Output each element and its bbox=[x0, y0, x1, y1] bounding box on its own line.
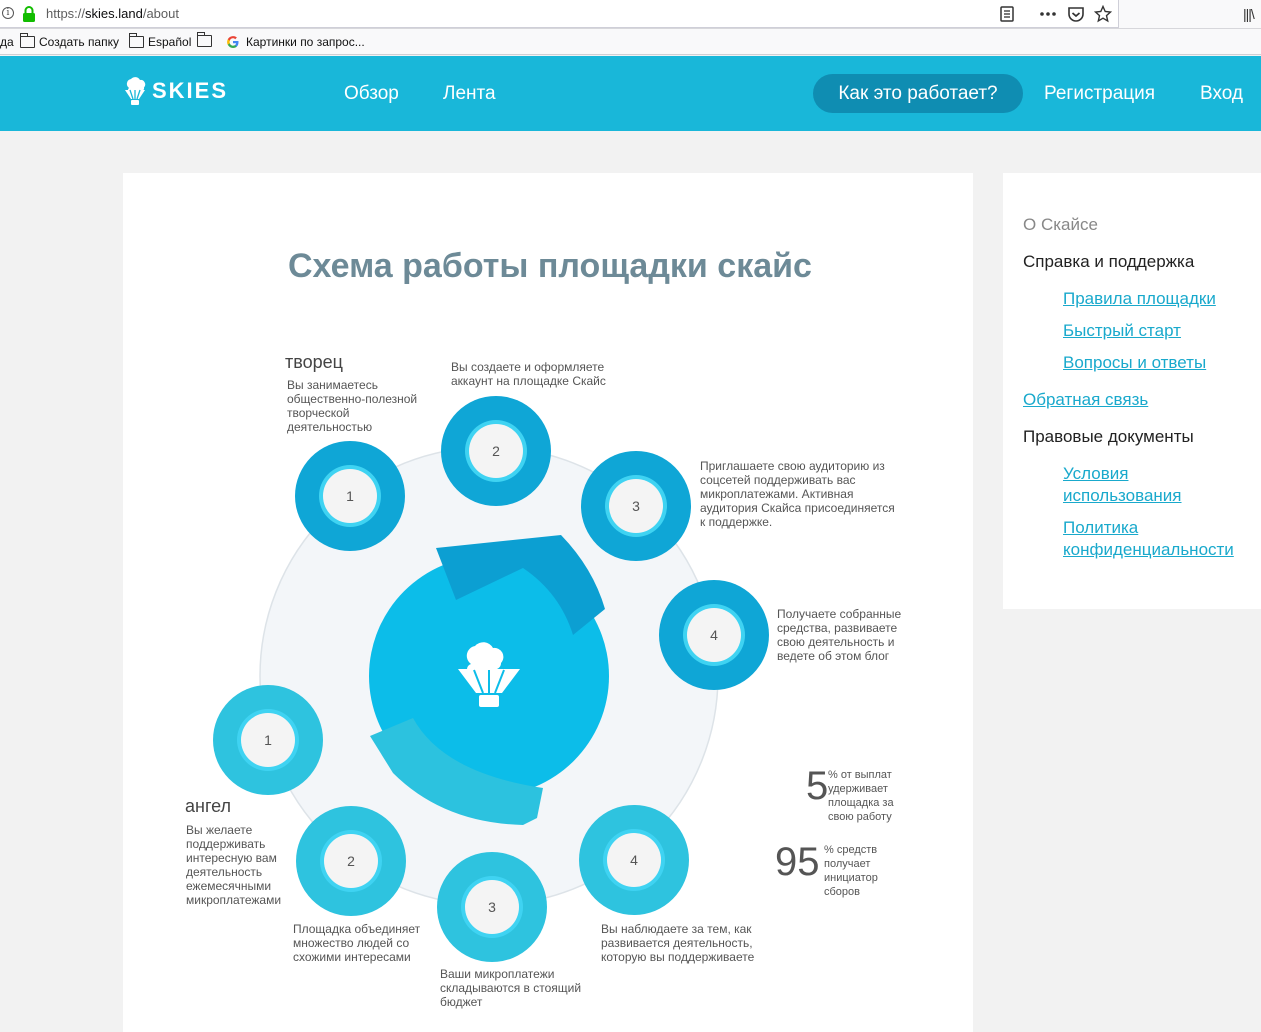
creator-step-4-text: Получаете собранные средства, развиваете… bbox=[777, 607, 902, 663]
stat-5-value: 5 bbox=[806, 764, 829, 808]
creator-role: творец bbox=[285, 352, 343, 372]
sidebar-legal-heading: Правовые документы bbox=[1023, 427, 1194, 446]
lock-icon bbox=[23, 6, 35, 22]
info-icon[interactable]: i bbox=[2, 7, 14, 19]
creator-step-3-node: 3 bbox=[581, 451, 691, 561]
creator-role-text: Вы занимаетесь общественно-полезной твор… bbox=[287, 378, 418, 434]
creator-step-2-text: Вы создаете и оформляете аккаунт на площ… bbox=[451, 360, 606, 388]
logo-text: SKIES bbox=[152, 78, 229, 103]
creator-step-1-node: 1 bbox=[295, 441, 405, 551]
angel-step-2-number: 2 bbox=[347, 853, 355, 869]
angel-step-2-node: 2 bbox=[296, 806, 406, 916]
site-header: SKIES Обзор Лента Как это работает? Реги… bbox=[0, 56, 1261, 131]
angel-step-2-text: Площадка объединяет множество людей со с… bbox=[293, 922, 421, 964]
page-actions-icon[interactable] bbox=[1039, 5, 1057, 23]
main-content: Схема работы площадки скайс 12341234 тво… bbox=[123, 173, 973, 1032]
folder-icon bbox=[128, 33, 144, 48]
sidebar-help-heading: Справка и поддержка bbox=[1023, 252, 1195, 271]
url-text[interactable]: https://skies.land/about bbox=[46, 6, 179, 21]
bookmark-create-folder[interactable]: Создать папку bbox=[19, 33, 119, 49]
address-bar[interactable]: i https://skies.land/about bbox=[0, 0, 1119, 28]
stat-95-text: % средств получает инициатор сборов bbox=[824, 844, 878, 898]
creator-step-4-node: 4 bbox=[659, 580, 769, 690]
how-it-works-button[interactable]: Как это работает? bbox=[813, 74, 1023, 113]
bookmark-google-images[interactable]: Картинки по запрос... bbox=[226, 35, 365, 49]
sidebar-link-terms[interactable]: Условия использования bbox=[1063, 463, 1243, 507]
reader-mode-icon[interactable] bbox=[998, 5, 1016, 23]
angel-role: ангел bbox=[185, 796, 232, 816]
sidebar-link-rules[interactable]: Правила площадки bbox=[1063, 288, 1216, 310]
nav-overview[interactable]: Обзор bbox=[344, 83, 399, 105]
balloon-logo-icon bbox=[125, 77, 146, 105]
folder-icon bbox=[19, 33, 35, 48]
angel-step-3-text: Ваши микроплатежи складываются в стоящий… bbox=[440, 967, 582, 1009]
nav-feed[interactable]: Лента bbox=[443, 83, 496, 105]
google-icon bbox=[227, 36, 239, 48]
library-icon[interactable]: |||\ bbox=[1243, 6, 1255, 22]
register-link[interactable]: Регистрация bbox=[1044, 83, 1155, 105]
sidebar-about[interactable]: О Скайсе bbox=[1023, 214, 1098, 236]
folder-icon bbox=[196, 32, 212, 47]
sidebar: О Скайсе Справка и поддержка Правила пло… bbox=[1003, 173, 1261, 609]
creator-step-2-node: 2 bbox=[441, 396, 551, 506]
sidebar-link-privacy[interactable]: Политика конфиденциальности bbox=[1063, 517, 1261, 561]
creator-step-2-number: 2 bbox=[492, 443, 500, 459]
creator-step-3-number: 3 bbox=[632, 498, 640, 514]
bookmark-folder[interactable] bbox=[196, 32, 216, 47]
creator-step-1-number: 1 bbox=[346, 488, 354, 504]
creator-step-4-number: 4 bbox=[710, 627, 718, 643]
stat-5-text: % от выплат удерживает площадка за свою … bbox=[828, 769, 894, 823]
sidebar-link-faq[interactable]: Вопросы и ответы bbox=[1063, 352, 1206, 374]
sidebar-link-feedback[interactable]: Обратная связь bbox=[1023, 389, 1148, 411]
browser-toolbar: i https://skies.land/about |||\ bbox=[0, 0, 1261, 29]
stat-95-value: 95 bbox=[775, 840, 820, 884]
bookmarks-bar: да Создать папку Español Картинки по зап… bbox=[0, 29, 1261, 55]
bookmark-espanol[interactable]: Español bbox=[128, 33, 191, 49]
angel-role-text: Вы желаете поддерживать интересную вам д… bbox=[186, 823, 282, 907]
sidebar-link-quickstart[interactable]: Быстрый старт bbox=[1063, 320, 1181, 342]
pocket-icon[interactable] bbox=[1067, 5, 1085, 23]
angel-step-3-node: 3 bbox=[437, 852, 547, 962]
angel-step-1-number: 1 bbox=[264, 732, 272, 748]
creator-step-3-text: Приглашаете свою аудиторию из соцсетей п… bbox=[700, 459, 895, 529]
bookmark-partial[interactable]: да bbox=[0, 35, 14, 49]
login-link[interactable]: Вход bbox=[1200, 83, 1243, 105]
logo[interactable]: SKIES bbox=[122, 76, 228, 106]
angel-step-4-node: 4 bbox=[579, 805, 689, 915]
bookmark-star-icon[interactable] bbox=[1094, 5, 1112, 23]
angel-step-3-number: 3 bbox=[488, 899, 496, 915]
angel-step-4-number: 4 bbox=[630, 852, 638, 868]
angel-step-4-text: Вы наблюдаете за тем, как развивается де… bbox=[601, 922, 755, 964]
angel-step-1-node: 1 bbox=[213, 685, 323, 795]
